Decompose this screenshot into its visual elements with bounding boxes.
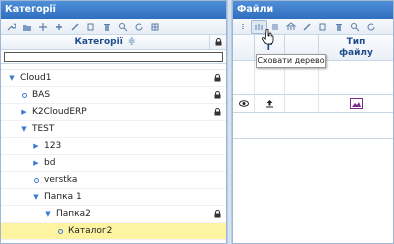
- collapse-triangle-right-icon[interactable]: ▶: [31, 142, 41, 150]
- tree-node-label: verstka: [44, 175, 78, 185]
- category-tree: ▼ Cloud1 BAS ▶ K2CloudERP ▼ TEST ▶ 123 ▶ bd verstka…: [1, 70, 226, 240]
- tree-row[interactable]: ▼ TEST: [1, 121, 226, 138]
- tree-row-cell[interactable]: ▶ K2CloudERP: [1, 107, 209, 117]
- bank-icon[interactable]: [283, 20, 299, 34]
- expand-triangle-down-icon[interactable]: ▼: [43, 210, 53, 218]
- refresh-files-icon[interactable]: [363, 20, 379, 34]
- tree-node-label: BAS: [32, 90, 51, 100]
- tree-row[interactable]: ▶ bd: [1, 155, 226, 172]
- expand-triangle-down-icon[interactable]: ▼: [19, 125, 29, 133]
- tree-node-label: Cloud1: [20, 73, 52, 83]
- categories-filter-input[interactable]: [4, 52, 223, 62]
- upload-icon[interactable]: [255, 95, 285, 112]
- categories-column-title[interactable]: Категорії ≑: [1, 35, 209, 49]
- tree-row[interactable]: BAS: [1, 87, 226, 104]
- files-col-view[interactable]: [233, 35, 255, 60]
- move-icon[interactable]: [35, 20, 51, 34]
- add-icon[interactable]: [51, 20, 67, 34]
- tree-row-lock-cell: [209, 108, 226, 116]
- tree-node-label: 123: [44, 141, 62, 151]
- tree-row[interactable]: ▼ Cloud1: [1, 70, 226, 87]
- tree-node-label: TEST: [32, 124, 55, 134]
- copy-icon[interactable]: [83, 20, 99, 34]
- edit-file-icon[interactable]: [299, 20, 315, 34]
- collapse-triangle-right-icon[interactable]: ▶: [19, 108, 29, 116]
- files-panel-title: Файли: [233, 1, 393, 19]
- tree-row-lock-cell: [209, 74, 226, 82]
- collapse-triangle-right-icon[interactable]: ▶: [31, 159, 41, 167]
- tree-row-cell[interactable]: ▼ TEST: [1, 124, 209, 134]
- tree-row[interactable]: Каталог2: [1, 223, 226, 240]
- delete-icon[interactable]: [99, 20, 115, 34]
- folder-open-icon[interactable]: [19, 20, 35, 34]
- file-row-blank-cell: [285, 95, 319, 112]
- tree-row-cell[interactable]: ▶ bd: [1, 158, 209, 168]
- tree-node-label: bd: [44, 158, 56, 168]
- expand-triangle-down-icon[interactable]: ▼: [31, 193, 41, 201]
- tree-row[interactable]: ▶ K2CloudERP: [1, 104, 226, 121]
- tree-row-cell[interactable]: ▶ 123: [1, 141, 209, 151]
- hand-cursor-icon: [262, 29, 274, 45]
- files-empty-row: [233, 125, 393, 139]
- files-col-type[interactable]: Тип файлу: [319, 35, 393, 60]
- categories-panel: Категорії Категорії ≑ ▼ Cloud1 BAS ▶ K2Cloud…: [0, 0, 227, 244]
- file-type-header-line2: файлу: [339, 48, 373, 58]
- tree-row[interactable]: ▼ Папка2: [1, 206, 226, 223]
- files-panel: Файли Г Тип файлу: [232, 0, 394, 244]
- wrench-icon[interactable]: [3, 20, 19, 34]
- sort-indicator-icon: ≑: [127, 37, 136, 47]
- categories-filter-row: [1, 50, 226, 64]
- drag-handle-icon[interactable]: [235, 20, 251, 34]
- search-files-icon[interactable]: [347, 20, 363, 34]
- tree-row[interactable]: ▼ Папка 1: [1, 189, 226, 206]
- categories-column-label: Категорії: [74, 37, 123, 47]
- delete-file-icon[interactable]: [331, 20, 347, 34]
- tree-node-label: K2CloudERP: [32, 107, 87, 117]
- categories-column-header[interactable]: Категорії ≑: [1, 35, 226, 50]
- tree-row[interactable]: ▶ 123: [1, 138, 226, 155]
- tree-row-cell[interactable]: ▼ Папка 1: [1, 192, 209, 202]
- tree-row-cell[interactable]: Каталог2: [1, 226, 209, 236]
- view-eye-icon[interactable]: [233, 95, 255, 112]
- leaf-node-icon: [19, 92, 29, 98]
- grid-icon[interactable]: [147, 20, 163, 34]
- file-row[interactable]: [233, 95, 393, 113]
- search-icon[interactable]: [115, 20, 131, 34]
- edit-icon[interactable]: [67, 20, 83, 34]
- tree-row-lock-cell: [209, 210, 226, 218]
- files-toolbar: [233, 19, 393, 35]
- tree-row[interactable]: verstka: [1, 172, 226, 189]
- tree-row-cell[interactable]: ▼ Папка2: [1, 209, 209, 219]
- leaf-node-icon: [55, 228, 65, 234]
- tree-row-lock-cell: [209, 91, 226, 99]
- categories-toolbar: [1, 19, 226, 35]
- image-file-icon[interactable]: [319, 95, 393, 112]
- copy-file-icon[interactable]: [315, 20, 331, 34]
- tree-node-label: Папка 1: [44, 192, 82, 202]
- lock-icon: [215, 38, 221, 46]
- lock-icon: [214, 210, 221, 218]
- lock-icon: [214, 91, 221, 99]
- tree-row-cell[interactable]: BAS: [1, 90, 209, 100]
- expand-triangle-down-icon[interactable]: ▼: [7, 74, 17, 82]
- leaf-node-icon: [31, 177, 41, 183]
- file-type-header-line1: Тип: [346, 37, 366, 47]
- lock-column-header: [209, 35, 226, 49]
- refresh-icon[interactable]: [131, 20, 147, 34]
- tree-row-cell[interactable]: ▼ Cloud1: [1, 73, 209, 83]
- lock-icon: [214, 108, 221, 116]
- hide-tree-tooltip: Сховати дерево: [256, 54, 326, 68]
- tree-node-label: Папка2: [56, 209, 91, 219]
- lock-icon: [214, 74, 221, 82]
- tree-node-label: Каталог2: [68, 226, 113, 236]
- tree-row-cell[interactable]: verstka: [1, 175, 209, 185]
- categories-panel-title: Категорії: [1, 1, 226, 19]
